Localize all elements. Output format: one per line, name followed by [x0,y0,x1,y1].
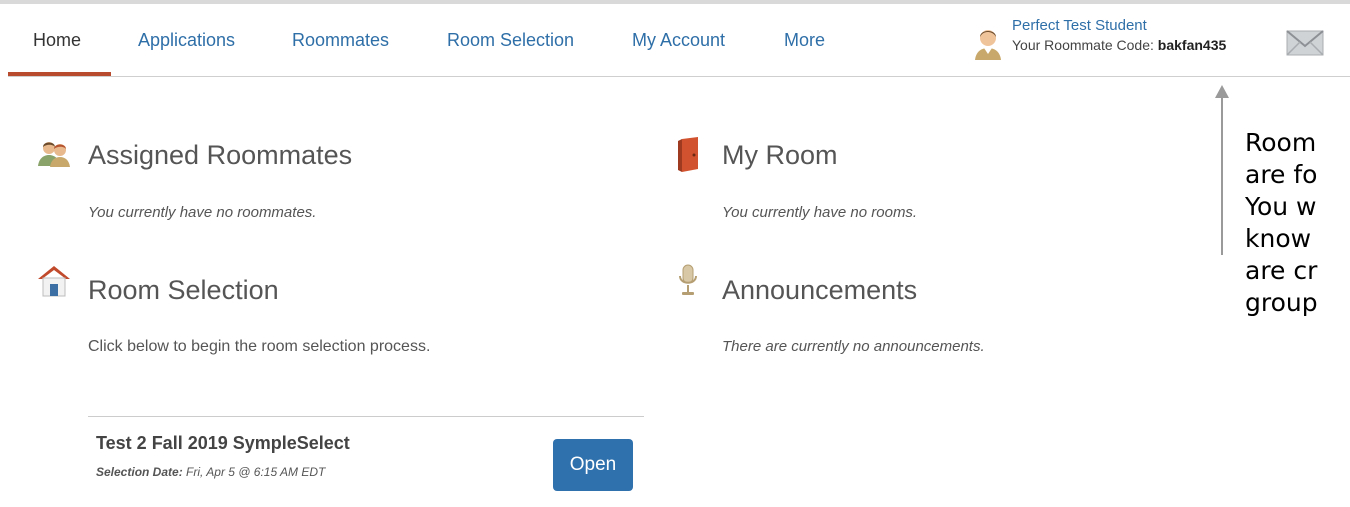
assigned-roommates-title: Assigned Roommates [88,140,353,170]
selection-title: Test 2 Fall 2019 SympleSelect [96,433,350,453]
selection-date-value: Fri, Apr 5 @ 6:15 AM EDT [186,465,326,479]
callout-line [1221,95,1223,255]
nav-room-selection[interactable]: Room Selection [447,30,574,51]
announcements-title: Announcements [722,275,918,305]
selection-date-label: Selection Date: [96,465,183,479]
roommate-code-line: Your Roommate Code: bakfan435 [1012,37,1226,53]
roommate-code-label: Your Roommate Code: [1012,37,1154,53]
house-icon [38,266,70,297]
my-room-title: My Room [722,140,838,170]
nav-my-account[interactable]: My Account [632,30,725,51]
announcements-text: There are currently no announcements. [722,338,985,355]
user-name[interactable]: Perfect Test Student [1012,17,1147,34]
nav-more[interactable]: More [784,30,825,51]
roommates-icon [38,142,70,167]
selection-divider [88,416,644,417]
microphone-icon [679,264,697,295]
door-icon [678,137,698,172]
nav-home[interactable]: Home [33,30,81,51]
open-button[interactable]: Open [553,439,633,491]
room-selection-title: Room Selection [88,275,279,305]
student-avatar-icon [975,30,1001,60]
envelope-icon[interactable] [1286,30,1324,56]
room-selection-text: Click below to begin the room selection … [88,338,431,355]
roommate-code: bakfan435 [1157,37,1227,53]
nav-roommates[interactable]: Roommates [292,30,389,51]
assigned-roommates-text: You currently have no roommates. [88,204,317,221]
active-tab-indicator [8,72,111,76]
my-room-text: You currently have no rooms. [722,204,918,221]
callout-text: Room are fo You w know are cr group [1245,128,1318,317]
nav-applications[interactable]: Applications [138,30,235,51]
selection-date: Selection Date: Fri, Apr 5 @ 6:15 AM EDT [96,465,325,479]
